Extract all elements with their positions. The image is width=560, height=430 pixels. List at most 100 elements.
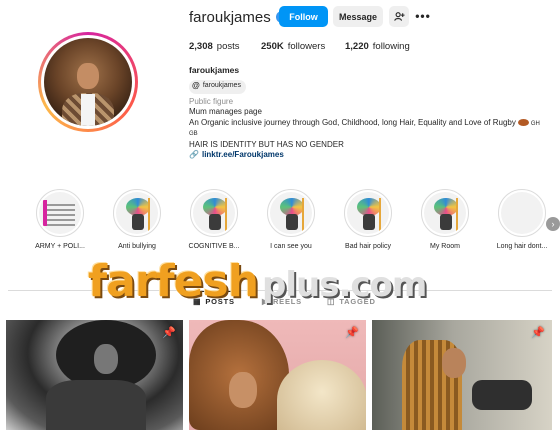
tab-reels-label: REELS — [272, 297, 302, 306]
avatar-ring-inner — [41, 35, 135, 129]
cartoon-body — [209, 214, 221, 230]
highlight-item[interactable]: COGNITIVE B... — [184, 189, 244, 250]
highlight-thumbnail — [39, 192, 81, 234]
pinned-icon: 📌 — [345, 327, 359, 339]
pinned-icon: 📌 — [531, 327, 545, 339]
highlight-item[interactable]: My Room — [415, 189, 475, 250]
bio-line-2-row: An Organic inclusive journey through God… — [189, 118, 540, 130]
cartoon-body — [286, 214, 298, 230]
post-face — [442, 348, 466, 378]
post-face — [229, 372, 257, 408]
bio-link-text: linktr.ee/Faroukjames — [201, 150, 284, 159]
tab-tagged[interactable]: ◫ TAGGED — [327, 297, 376, 306]
doc-line — [47, 214, 75, 216]
post-thumbnail[interactable]: 📌 — [189, 320, 366, 430]
link-icon: 🔗 — [189, 150, 199, 159]
highlight-item[interactable]: Anti bullying — [107, 189, 167, 250]
avatar-face — [77, 62, 99, 90]
more-options-icon[interactable]: ••• — [415, 8, 431, 24]
followers-count: 250K — [261, 41, 284, 52]
story-highlights: ARMY + POLI... Anti bullying COGNITIVE B… — [30, 189, 560, 264]
highlight-ring — [113, 189, 161, 237]
bio-line-1: Mum manages page — [189, 107, 262, 116]
post-blonde-head — [277, 360, 366, 430]
highlight-label: I can see you — [270, 243, 312, 250]
highlight-thumbnail — [193, 192, 235, 234]
cartoon-pole — [379, 198, 381, 232]
threads-handle: faroukjames — [202, 82, 241, 90]
cartoon-pole — [302, 198, 304, 232]
cartoon-body — [440, 214, 452, 230]
highlight-item[interactable]: ARMY + POLI... — [30, 189, 90, 250]
posts-label: posts — [216, 41, 240, 52]
flag-gb-text: GB — [189, 131, 198, 137]
tag-icon: ◫ — [327, 297, 336, 306]
post-arm — [472, 380, 532, 410]
doc-line — [47, 204, 75, 206]
reels-icon: ▶ — [262, 297, 269, 306]
add-user-icon-svg — [393, 12, 405, 21]
highlight-label: COGNITIVE B... — [188, 243, 240, 250]
doc-line — [47, 219, 75, 221]
avatar-photo — [44, 38, 132, 126]
grid-icon: ▦ — [193, 297, 202, 306]
add-user-icon[interactable] — [389, 6, 409, 27]
highlight-label: Long hair dont... — [496, 243, 548, 250]
rugby-ball-icon — [517, 118, 529, 126]
tab-tagged-label: TAGGED — [339, 297, 376, 306]
highlight-thumbnail — [116, 192, 158, 234]
followers-label: followers — [287, 41, 326, 52]
flag-gh-text: GH — [530, 120, 540, 127]
highlight-label: ARMY + POLI... — [35, 243, 85, 250]
post-thumbnail[interactable]: 📌 — [372, 320, 552, 430]
followers-stat[interactable]: 250K followers — [261, 41, 345, 52]
following-stat[interactable]: 1,220 following — [345, 41, 410, 52]
highlight-ring — [267, 189, 315, 237]
tab-posts-label: POSTS — [205, 297, 235, 306]
highlight-ring — [190, 189, 238, 237]
profile-stats: 2,308 posts 250K followers 1,220 followi… — [189, 41, 410, 52]
highlight-thumbnail — [424, 192, 466, 234]
avatar-shirt — [80, 94, 96, 126]
highlight-thumbnail — [501, 192, 543, 234]
bio-line-3: HAIR IS IDENTITY BUT HAS NO GENDER — [189, 139, 344, 149]
profile-bio: faroukjames @ faroukjames Public figure … — [189, 65, 540, 161]
cartoon-pole — [225, 198, 227, 232]
highlight-ring — [36, 189, 84, 237]
message-button[interactable]: Message — [333, 6, 383, 27]
doc-line — [47, 224, 75, 226]
bio-link[interactable]: 🔗 linktr.ee/Faroukjames — [189, 150, 540, 161]
profile-username: faroukjames — [189, 8, 271, 26]
tab-posts[interactable]: ▦ POSTS — [193, 291, 235, 306]
username-row: faroukjames ✓ — [189, 7, 288, 27]
highlight-label: Bad hair policy — [345, 243, 391, 250]
highlight-thumbnail — [270, 192, 312, 234]
post-thumbnail[interactable]: 📌 — [6, 320, 183, 430]
threads-badge[interactable]: @ faroukjames — [189, 79, 246, 94]
highlight-ring — [498, 189, 546, 237]
chevron-right-icon[interactable]: › — [546, 217, 560, 231]
posts-stat[interactable]: 2,308 posts — [189, 41, 261, 52]
cartoon-pole — [456, 198, 458, 232]
pinned-icon: 📌 — [162, 327, 176, 339]
threads-icon: @ — [192, 81, 200, 91]
highlight-item[interactable]: Bad hair policy — [338, 189, 398, 250]
follow-button[interactable]: Follow — [279, 6, 328, 27]
highlight-item[interactable]: Long hair dont... — [492, 189, 552, 250]
tab-reels[interactable]: ▶ REELS — [262, 297, 302, 306]
highlight-ring — [344, 189, 392, 237]
bio-category: Public figure — [189, 96, 234, 106]
profile-avatar[interactable] — [38, 32, 138, 132]
cartoon-body — [363, 214, 375, 230]
highlight-label: Anti bullying — [118, 243, 156, 250]
following-count: 1,220 — [345, 41, 369, 52]
post-jacket — [46, 380, 146, 430]
following-label: following — [372, 41, 410, 52]
post-face — [94, 344, 118, 374]
highlight-ring — [421, 189, 469, 237]
highlight-item[interactable]: I can see you — [261, 189, 321, 250]
profile-tabs: ▦ POSTS ▶ REELS ◫ TAGGED — [0, 291, 560, 315]
highlight-label: My Room — [430, 243, 460, 250]
bio-line-2: An Organic inclusive journey through God… — [189, 117, 516, 127]
highlight-thumbnail — [347, 192, 389, 234]
